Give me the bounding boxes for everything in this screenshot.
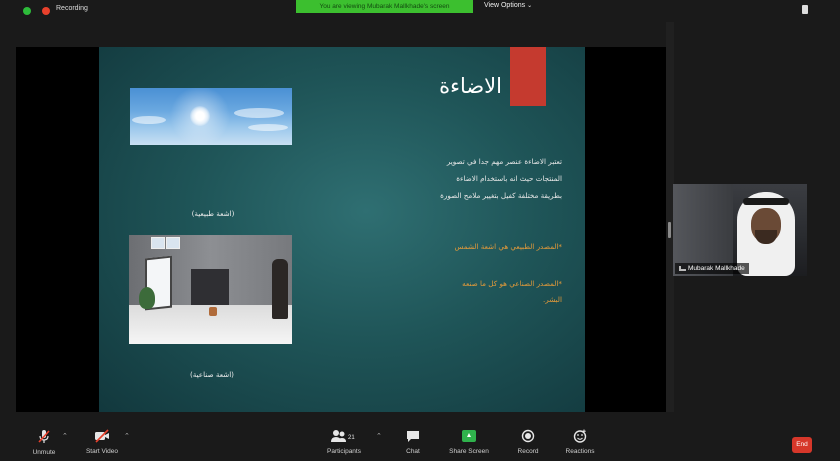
bullet-natural-source: *المصدر الطبيعي هي اشعة الشمس: [454, 242, 562, 251]
participant-agal: [743, 198, 789, 205]
body-line: تعتبر الاضاءة عنصر مهم جدا في تصوير: [446, 157, 562, 166]
slide-accent-block: [510, 47, 546, 106]
recording-label: Recording: [56, 5, 88, 12]
security-shield-icon[interactable]: [23, 7, 31, 15]
view-options-label: View Options: [484, 2, 526, 9]
room-plant: [139, 287, 155, 309]
cloud: [132, 116, 166, 124]
slide-body-text: تعتبر الاضاءة عنصر مهم جدا في تصوير المن…: [362, 153, 562, 204]
slide-title: الاضاءة: [439, 74, 502, 98]
chat-button[interactable]: Chat: [398, 425, 428, 461]
participant-name-tag: Mubarak Mallkhade: [675, 263, 749, 274]
share-screen-icon: [462, 430, 476, 442]
top-bar: Recording You are viewing Mubarak Mallkh…: [0, 0, 840, 22]
signal-icon: [679, 265, 686, 271]
sun-core: [190, 106, 210, 126]
bullet-line: البشر.: [542, 295, 562, 304]
participants-caret-icon[interactable]: ⌃: [376, 432, 382, 440]
chevron-down-icon: ⌄: [527, 3, 533, 9]
participant-video-tile[interactable]: Mubarak Mallkhade: [673, 184, 807, 276]
room-window: [151, 237, 165, 249]
bullet-artificial-source: *المصدر الصناعي هو كل ما صنعه البشر.: [382, 276, 562, 308]
participants-icon: 21: [330, 429, 358, 443]
end-meeting-button[interactable]: End: [792, 437, 812, 453]
room-door: [191, 269, 229, 309]
caption-artificial-light: (اشعة صناعية): [189, 370, 234, 379]
microphone-muted-icon: [26, 429, 62, 444]
presentation-slide: الاضاءة تعتبر الاضاءة عنصر مهم جدا في تص…: [99, 47, 585, 412]
chat-icon: [406, 429, 420, 443]
video-off-icon: [80, 429, 124, 443]
chat-label: Chat: [406, 448, 420, 455]
unmute-button[interactable]: Unmute: [26, 425, 62, 461]
reactions-label: Reactions: [565, 448, 595, 455]
fullscreen-icon[interactable]: [802, 5, 808, 14]
cloud: [234, 108, 284, 118]
cloud: [248, 124, 288, 131]
record-button[interactable]: Record: [512, 425, 544, 461]
viewing-screen-banner: You are viewing Mubarak Mallkhade's scre…: [296, 0, 473, 13]
participant-name: Mubarak Mallkhade: [688, 265, 745, 272]
video-options-caret-icon[interactable]: ⌃: [124, 432, 130, 440]
unmute-label: Unmute: [32, 449, 56, 456]
room-vase: [209, 307, 217, 316]
studio-lighting-image: [129, 235, 292, 344]
sunlight-image: [130, 88, 292, 145]
share-screen-label: Share Screen: [449, 448, 489, 455]
bullet-line: *المصدر الصناعي هو كل ما صنعه: [462, 279, 562, 288]
drag-handle-icon[interactable]: [668, 222, 671, 238]
share-screen-button[interactable]: Share Screen: [444, 425, 494, 461]
participants-label: Participants: [327, 448, 361, 455]
body-line: بطريقة مختلفة كفيل بتغيير ملامح الصورة: [440, 191, 562, 200]
reactions-button[interactable]: Reactions: [560, 425, 600, 461]
audio-options-caret-icon[interactable]: ⌃: [62, 432, 68, 440]
record-label: Record: [517, 448, 539, 455]
caption-natural-light: (اشعة طبيعية): [191, 209, 235, 218]
record-icon: [521, 429, 535, 443]
reactions-smiley-icon: [573, 429, 587, 443]
room-window: [166, 237, 180, 249]
recording-icon: [42, 7, 50, 15]
body-line: المنتجات حيث انه باستخدام الاضاءة: [456, 174, 562, 183]
participants-button[interactable]: 21 Participants: [318, 425, 370, 461]
room-person: [272, 259, 288, 319]
meeting-toolbar: Unmute ⌃ Start Video ⌃ 21 Participants ⌃…: [0, 425, 840, 461]
start-video-button[interactable]: Start Video: [80, 425, 124, 461]
start-video-label: Start Video: [85, 448, 119, 455]
svg-text:21: 21: [348, 435, 355, 441]
view-options-button[interactable]: View Options ⌄: [484, 2, 532, 9]
